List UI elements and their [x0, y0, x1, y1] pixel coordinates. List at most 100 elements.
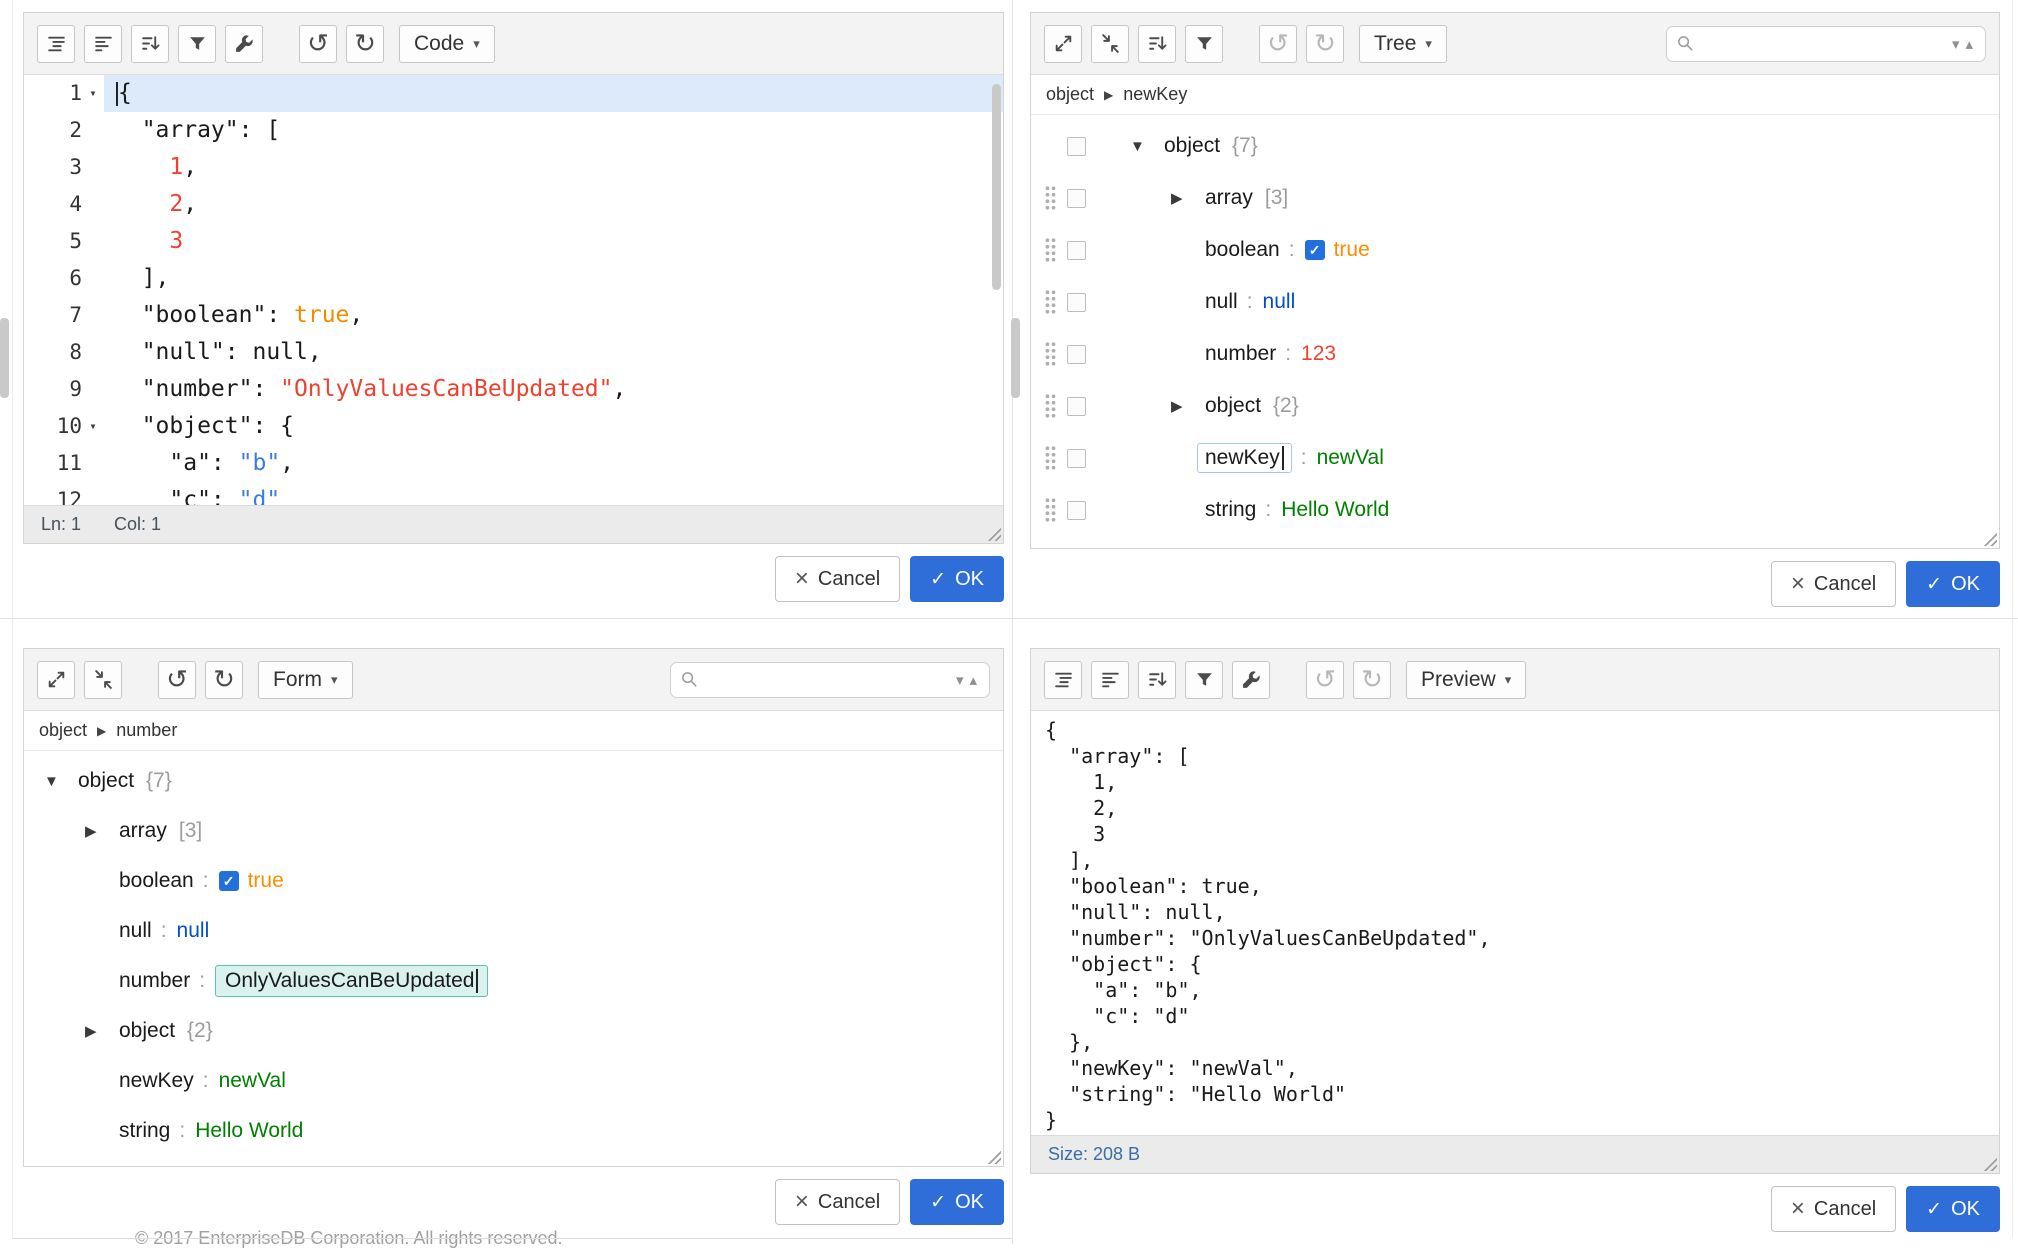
ok-label: OK — [955, 568, 984, 591]
search-previous-button[interactable]: ▴ — [1962, 35, 1976, 53]
ok-button[interactable]: ✓ OK — [1906, 561, 2000, 607]
ok-button[interactable]: ✓ OK — [910, 1179, 1004, 1225]
collapse-all-button[interactable] — [84, 661, 122, 699]
search-input[interactable] — [1695, 33, 1949, 54]
page-scrollbar-thumb[interactable] — [0, 318, 9, 398]
filter-button[interactable] — [178, 25, 216, 63]
drag-handle-icon[interactable] — [1044, 341, 1058, 367]
mode-select-preview[interactable]: Preview ▾ — [1406, 661, 1526, 699]
undo-button[interactable]: ↺ — [299, 25, 337, 63]
undo-button[interactable]: ↺ — [158, 661, 196, 699]
search-next-button[interactable]: ▾ — [953, 671, 967, 689]
search-input[interactable] — [699, 669, 953, 690]
field-value[interactable]: Hello World — [1281, 498, 1389, 522]
field-value[interactable]: true — [248, 869, 284, 893]
line-number: 4 — [69, 186, 82, 223]
context-menu-button[interactable] — [1067, 397, 1086, 416]
ok-button[interactable]: ✓ OK — [1906, 1186, 2000, 1232]
context-menu-button[interactable] — [1067, 189, 1086, 208]
cancel-button[interactable]: × Cancel — [1771, 1186, 1896, 1232]
field-value[interactable]: Hello World — [195, 1119, 303, 1143]
redo-button[interactable]: ↻ — [205, 661, 243, 699]
field-value[interactable]: newVal — [219, 1069, 286, 1093]
fold-toggle-icon[interactable]: ▾ — [82, 408, 104, 445]
collapse-all-button[interactable] — [1091, 25, 1129, 63]
format-button[interactable] — [37, 25, 75, 63]
field-value[interactable]: null — [177, 919, 210, 943]
undo-button[interactable]: ↺ — [1306, 661, 1344, 699]
breadcrumb: object ▶ newKey — [1031, 75, 1999, 115]
compact-button[interactable] — [84, 25, 122, 63]
panel-scrollbar-thumb[interactable] — [1011, 318, 1020, 398]
mode-select-form[interactable]: Form ▾ — [258, 661, 353, 699]
field-value[interactable]: 123 — [1301, 342, 1336, 366]
code-token: "d" — [239, 487, 281, 505]
repair-button[interactable] — [225, 25, 263, 63]
context-menu-button[interactable] — [1067, 449, 1086, 468]
cursor-line-indicator: Ln: 1 — [41, 514, 81, 535]
expand-toggle-icon[interactable]: ▶ — [1171, 189, 1205, 207]
context-menu-button[interactable] — [1067, 293, 1086, 312]
expand-toggle-icon[interactable]: ▶ — [1171, 397, 1205, 415]
dialog-buttons: × Cancel ✓ OK — [1030, 1186, 2000, 1232]
breadcrumb-current[interactable]: number — [116, 720, 177, 741]
fold-toggle-icon[interactable]: ▾ — [82, 75, 104, 112]
drag-handle-icon[interactable] — [1044, 393, 1058, 419]
line-number: 8 — [69, 334, 82, 371]
field-value[interactable]: null — [1263, 290, 1296, 314]
ok-button[interactable]: ✓ OK — [910, 556, 1004, 602]
redo-icon: ↻ — [213, 667, 235, 693]
breadcrumb-root[interactable]: object — [1046, 84, 1094, 105]
expand-all-button[interactable] — [37, 661, 75, 699]
preview-lines[interactable]: { "array": [ 1, 2, 3 ], "boolean": true,… — [1031, 711, 1999, 1135]
field-name-input[interactable]: newKey — [1197, 443, 1292, 473]
cancel-button[interactable]: × Cancel — [1771, 561, 1896, 607]
compact-button[interactable] — [1091, 661, 1129, 699]
mode-select-tree[interactable]: Tree ▾ — [1359, 25, 1447, 63]
mode-select-code[interactable]: Code ▾ — [399, 25, 495, 63]
line-number: 6 — [69, 260, 82, 297]
drag-handle-icon[interactable] — [1044, 237, 1058, 263]
context-menu-button[interactable] — [1067, 241, 1086, 260]
cancel-button[interactable]: × Cancel — [775, 556, 900, 602]
sort-button[interactable] — [1138, 661, 1176, 699]
context-menu-button[interactable] — [1067, 501, 1086, 520]
cancel-x-icon: × — [795, 1190, 809, 1214]
redo-button[interactable]: ↻ — [1353, 661, 1391, 699]
boolean-checkbox[interactable]: ✓ — [1305, 240, 1325, 260]
redo-button[interactable]: ↻ — [1306, 25, 1344, 63]
drag-handle-icon[interactable] — [1044, 497, 1058, 523]
drag-handle-icon[interactable] — [1044, 185, 1058, 211]
cancel-button[interactable]: × Cancel — [775, 1179, 900, 1225]
search-next-button[interactable]: ▾ — [1949, 35, 1963, 53]
sort-button[interactable] — [131, 25, 169, 63]
breadcrumb-root[interactable]: object — [39, 720, 87, 741]
filter-button[interactable] — [1185, 661, 1223, 699]
context-menu-button[interactable] — [1067, 345, 1086, 364]
filter-button[interactable] — [1185, 25, 1223, 63]
redo-button[interactable]: ↻ — [346, 25, 384, 63]
boolean-checkbox[interactable]: ✓ — [219, 871, 239, 891]
expand-toggle-icon[interactable]: ▼ — [1130, 138, 1164, 155]
expand-toggle-icon[interactable]: ▶ — [85, 1022, 119, 1040]
code-token: "a": — [114, 450, 239, 476]
expand-toggle-icon[interactable]: ▶ — [85, 822, 119, 840]
search-previous-button[interactable]: ▴ — [966, 671, 980, 689]
expand-all-button[interactable] — [1044, 25, 1082, 63]
field-value[interactable]: OnlyValuesCanBeUpdated — [215, 965, 488, 997]
repair-button[interactable] — [1232, 661, 1270, 699]
undo-button[interactable]: ↺ — [1259, 25, 1297, 63]
sort-button[interactable] — [1138, 25, 1176, 63]
format-button[interactable] — [1044, 661, 1082, 699]
expand-toggle-icon[interactable]: ▼ — [44, 773, 78, 790]
preview-line: ], — [1045, 847, 1999, 873]
field-value[interactable]: newVal — [1317, 446, 1384, 470]
line-number: 9 — [69, 371, 82, 408]
code-area[interactable]: 1▾{2 "array": [3 1,4 2,5 36 ],7 "boolean… — [24, 75, 1003, 505]
breadcrumb-current[interactable]: newKey — [1123, 84, 1187, 105]
code-scrollbar-thumb[interactable] — [992, 84, 1001, 290]
context-menu-button[interactable] — [1067, 137, 1086, 156]
field-value[interactable]: true — [1334, 238, 1370, 262]
drag-handle-icon[interactable] — [1044, 289, 1058, 315]
drag-handle-icon[interactable] — [1044, 445, 1058, 471]
